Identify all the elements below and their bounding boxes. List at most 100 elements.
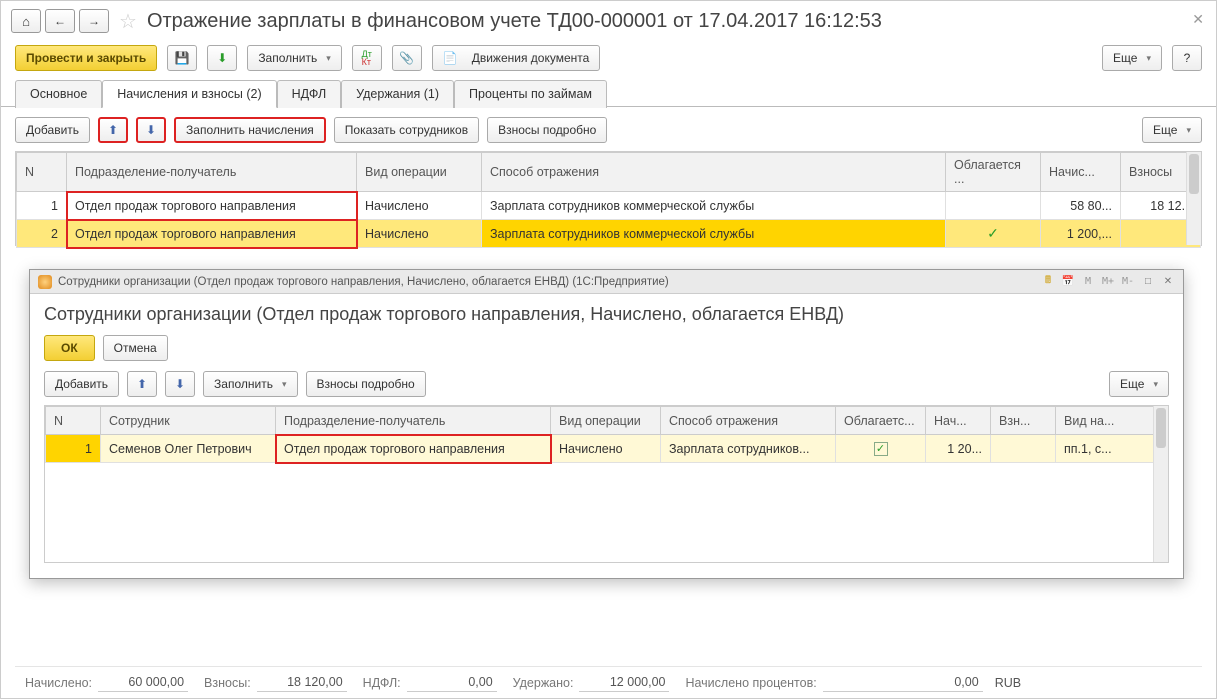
doc-icon: 📄 [443, 51, 458, 65]
vscrollbar[interactable] [1186, 152, 1201, 245]
accruals-table[interactable]: N Подразделение-получатель Вид операции … [16, 152, 1201, 248]
m-minus-button[interactable]: M- [1119, 274, 1137, 290]
home-icon: ⌂ [22, 14, 30, 29]
panel-toolbar: Добавить ⬆ ⬇ Заполнить начисления Показа… [15, 117, 1202, 151]
col-op[interactable]: Вид операции [357, 153, 482, 192]
fill-button[interactable]: Заполнить▾ [247, 45, 341, 71]
fill-accruals-button[interactable]: Заполнить начисления [174, 117, 326, 143]
add-button[interactable]: Добавить [15, 117, 90, 143]
clip-icon: 📎 [399, 51, 414, 65]
col-dep[interactable]: Подразделение-получатель [276, 407, 551, 435]
lbl-interest: Начислено процентов: [685, 676, 816, 690]
footer-totals: Начислено: 60 000,00 Взносы: 18 120,00 Н… [15, 666, 1202, 692]
m-button[interactable]: M [1079, 274, 1097, 290]
table-row[interactable]: 1 Отдел продаж торгового направления Нач… [17, 192, 1201, 220]
currency-label: RUB [995, 676, 1021, 690]
tab-loan-interest[interactable]: Проценты по займам [454, 80, 607, 108]
save-icon: 💾 [175, 51, 190, 65]
tab-accruals[interactable]: Начисления и взносы (2) [102, 80, 276, 108]
arrow-up-icon: ⬆ [108, 123, 118, 137]
employees-table[interactable]: N Сотрудник Подразделение-получатель Вид… [45, 406, 1168, 463]
calendar-icon[interactable]: 📅 [1059, 274, 1077, 290]
chevron-down-icon: ▾ [326, 53, 331, 64]
lbl-held: Удержано: [513, 676, 574, 690]
col-acc[interactable]: Нач... [926, 407, 991, 435]
move-down-button[interactable]: ⬇ [136, 117, 166, 143]
forward-button[interactable]: → [79, 9, 109, 33]
col-fee[interactable]: Взн... [991, 407, 1056, 435]
attachment-button[interactable]: 📎 [392, 45, 422, 71]
arrow-left-icon: ← [54, 14, 66, 28]
tab-main[interactable]: Основное [15, 80, 102, 108]
col-way[interactable]: Способ отражения [482, 153, 946, 192]
col-tax[interactable]: Облагается ... [946, 153, 1041, 192]
dtkt-icon: ДтКт [362, 50, 372, 66]
back-button[interactable]: ← [45, 9, 75, 33]
lbl-fees: Взносы: [204, 676, 251, 690]
tab-deductions[interactable]: Удержания (1) [341, 80, 454, 108]
dialog-header-text: Сотрудники организации (Отдел продаж тор… [58, 276, 669, 288]
employees-dialog: Сотрудники организации (Отдел продаж тор… [29, 269, 1184, 579]
col-emp[interactable]: Сотрудник [101, 407, 276, 435]
calc-icon[interactable]: 🖩 [1039, 274, 1057, 290]
tab-panel: Добавить ⬆ ⬇ Заполнить начисления Показа… [1, 107, 1216, 256]
move-up-button[interactable]: ⬆ [98, 117, 128, 143]
help-button[interactable]: ? [1172, 45, 1202, 71]
table-header-row: N Подразделение-получатель Вид операции … [17, 153, 1201, 192]
post-button[interactable]: ⬇ [207, 45, 237, 71]
cancel-button[interactable]: Отмена [103, 335, 168, 361]
table-header-row: N Сотрудник Подразделение-получатель Вид… [46, 407, 1168, 435]
maximize-button[interactable]: □ [1139, 274, 1157, 290]
arrow-right-icon: → [88, 14, 100, 28]
post-and-close-button[interactable]: Провести и закрыть [15, 45, 157, 71]
col-acc[interactable]: Начис... [1041, 153, 1121, 192]
ok-button[interactable]: ОК [44, 335, 95, 361]
titlebar: ⌂ ← → ☆ Отражение зарплаты в финансовом … [1, 1, 1216, 41]
dt-kt-button[interactable]: ДтКт [352, 45, 382, 71]
val-accrued: 60 000,00 [98, 673, 188, 692]
col-dep[interactable]: Подразделение-получатель [67, 153, 357, 192]
col-tax[interactable]: Облагаетс... [836, 407, 926, 435]
col-n[interactable]: N [17, 153, 67, 192]
lbl-accrued: Начислено: [25, 676, 92, 690]
val-fees: 18 120,00 [257, 673, 347, 692]
val-held: 12 000,00 [579, 673, 669, 692]
star-icon[interactable]: ☆ [119, 9, 137, 34]
lbl-ndfl: НДФЛ: [363, 676, 401, 690]
table-row[interactable]: 1 Семенов Олег Петрович Отдел продаж тор… [46, 435, 1168, 463]
panel-more-button[interactable]: Еще [1142, 117, 1202, 143]
save-button[interactable]: 💾 [167, 45, 197, 71]
show-employees-button[interactable]: Показать сотрудников [334, 117, 479, 143]
command-bar: Провести и закрыть 💾 ⬇ Заполнить▾ ДтКт 📎… [1, 41, 1216, 79]
checkbox-icon[interactable]: ✓ [874, 442, 888, 456]
fees-detail-button[interactable]: Взносы подробно [487, 117, 607, 143]
more-button[interactable]: Еще [1102, 45, 1162, 71]
dialog-header[interactable]: Сотрудники организации (Отдел продаж тор… [30, 270, 1183, 294]
col-vid[interactable]: Вид на... [1056, 407, 1168, 435]
home-button[interactable]: ⌂ [11, 9, 41, 33]
dlg-up-button[interactable]: ⬆ [127, 371, 157, 397]
dlg-fill-button[interactable]: Заполнить [203, 371, 297, 397]
col-way[interactable]: Способ отражения [661, 407, 836, 435]
dlg-add-button[interactable]: Добавить [44, 371, 119, 397]
vscrollbar[interactable] [1153, 406, 1168, 562]
tabs: Основное Начисления и взносы (2) НДФЛ Уд… [1, 79, 1216, 107]
arrow-down-icon: ⬇ [175, 377, 185, 391]
movements-button[interactable]: 📄Движения документа [432, 45, 601, 71]
close-button[interactable]: ✕ [1192, 11, 1204, 28]
dialog-title: Сотрудники организации (Отдел продаж тор… [44, 304, 1169, 325]
dlg-more-button[interactable]: Еще [1109, 371, 1169, 397]
page-title: Отражение зарплаты в финансовом учете ТД… [147, 10, 882, 33]
col-op[interactable]: Вид операции [551, 407, 661, 435]
arrow-down-icon: ⬇ [146, 123, 156, 137]
dlg-fees-button[interactable]: Взносы подробно [306, 371, 426, 397]
tab-ndfl[interactable]: НДФЛ [277, 80, 342, 108]
dialog-close-button[interactable]: ✕ [1159, 274, 1177, 290]
m-plus-button[interactable]: M+ [1099, 274, 1117, 290]
arrow-up-icon: ⬆ [137, 377, 147, 391]
dlg-down-button[interactable]: ⬇ [165, 371, 195, 397]
post-icon: ⬇ [217, 51, 227, 65]
val-ndfl: 0,00 [407, 673, 497, 692]
col-n[interactable]: N [46, 407, 101, 435]
table-row[interactable]: 2 Отдел продаж торгового направления Нач… [17, 220, 1201, 248]
